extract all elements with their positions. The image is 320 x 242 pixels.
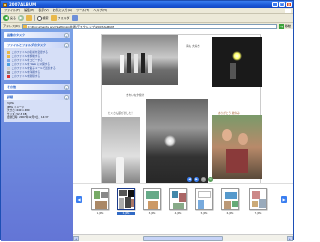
address-bar: アドレス(D) C:\Documents and Settings\共通\デスク… — [1, 22, 293, 29]
up-folder-button[interactable] — [26, 15, 33, 21]
other-places-panel: その他 » — [4, 84, 70, 90]
move-icon — [7, 54, 10, 58]
thumbnail-3[interactable] — [143, 188, 161, 210]
go-arrow-icon: → — [278, 23, 284, 29]
filmstrip-next-button[interactable]: ▶ — [281, 196, 287, 203]
windows-logo — [285, 8, 291, 13]
views-icon — [71, 15, 78, 21]
collapse-icon[interactable]: « — [64, 94, 69, 100]
views-button[interactable] — [71, 15, 78, 21]
other-places-title: その他 — [7, 85, 17, 89]
up-folder-icon — [26, 15, 33, 21]
delete-icon — [7, 74, 10, 78]
thumbnail-label: 5.JPG — [200, 212, 208, 215]
toolbar-separator — [34, 15, 35, 21]
thumbnail-2-selected[interactable] — [117, 188, 135, 210]
thumbnail-label: 4.JPG — [174, 212, 182, 215]
rename-icon — [7, 50, 10, 54]
folders-label: フォルダ — [57, 16, 70, 20]
expand-icon[interactable]: » — [64, 84, 69, 90]
filmstrip: ◀ 1.JPG 2.JPG 3.JPG 4.JPG 5.JPG 6.JPG 7.… — [73, 183, 293, 218]
file-tasks-title: ファイルとフォルダのタスク — [7, 43, 47, 47]
thumbnail-4[interactable] — [169, 188, 187, 210]
thumbnail-label: 6.JPG — [226, 212, 234, 215]
rotate-button[interactable]: ↻ — [208, 177, 213, 182]
copy-icon — [7, 58, 10, 62]
image-nav: ◀ ▶ ▭ ↻ — [187, 177, 213, 182]
scroll-right-button[interactable]: ▸ — [287, 236, 293, 241]
printer-icon — [7, 70, 10, 74]
caption-played: たくさん遊びました！ — [108, 112, 134, 115]
toolbar: ◀ 戻る ▶ 検索 フォルダ — [1, 13, 293, 22]
search-icon — [36, 15, 42, 21]
caption-sunset: きれいな夕焼け — [126, 94, 145, 97]
maximize-button[interactable]: □ — [279, 2, 285, 7]
image-tasks-panel: 画像のタスク « — [4, 32, 70, 38]
address-label: アドレス(D) — [3, 24, 20, 28]
thumbnail-5[interactable] — [195, 188, 213, 210]
forward-button[interactable]: ▶ — [18, 15, 25, 21]
image-tasks-header[interactable]: 画像のタスク « — [4, 32, 70, 38]
kids-photo — [212, 115, 262, 179]
file-tasks-header[interactable]: ファイルとフォルダのタスク « — [4, 42, 70, 48]
folders-icon — [50, 15, 57, 21]
thumbnail-label-selected: 2.JPG — [117, 212, 135, 215]
task-label: このファイルを削除する — [11, 75, 41, 78]
next-image-button[interactable]: ▶ — [194, 177, 199, 182]
image-tasks-title: 画像のタスク — [7, 33, 26, 37]
details-title: 詳細 — [7, 95, 14, 99]
thumbnail-6[interactable] — [221, 188, 239, 210]
email-icon — [7, 66, 10, 70]
caption-sea: 海も 大好き — [186, 45, 200, 48]
collapse-icon[interactable]: « — [64, 42, 69, 48]
previous-image-button[interactable]: ◀ — [187, 177, 192, 182]
thumbnail-label: 7.JPG — [254, 212, 262, 215]
other-places-header[interactable]: その他 » — [4, 84, 70, 90]
task-delete[interactable]: このファイルを削除する — [7, 74, 67, 78]
thumbnail-1[interactable] — [91, 188, 109, 210]
address-value: C:\Documents and Settings\共通\デスクトップ\2007… — [27, 24, 114, 29]
scroll-left-button[interactable]: ◂ — [73, 236, 79, 241]
address-field[interactable]: C:\Documents and Settings\共通\デスクトップ\2007… — [21, 23, 277, 29]
globe-icon — [7, 62, 10, 66]
go-button[interactable]: → 移動 — [278, 23, 291, 29]
collapse-icon[interactable]: « — [64, 32, 69, 38]
details-panel: 詳細 « 3.JPG JPEG イメージ 大きさ: 640 x 480 サイズ:… — [4, 94, 70, 122]
minimize-button[interactable]: _ — [272, 2, 278, 7]
fireworks-photo — [212, 37, 262, 87]
window-title: 2007ALBUM — [9, 2, 37, 7]
back-button[interactable]: ◀ 戻る — [3, 15, 16, 21]
image-preview-area: 海も 大好き きれいな夕焼け たくさん遊びました！ ありがとう 夏休み ◀ ▶ — [73, 29, 293, 241]
thumbnail-7[interactable] — [249, 188, 267, 210]
slideshow-button[interactable]: ▭ — [201, 177, 206, 182]
folders-button[interactable]: フォルダ — [50, 15, 70, 21]
detail-modified: 更新日時: 2007年12月3日、14:37 — [7, 116, 49, 120]
back-arrow-icon: ◀ — [3, 15, 9, 21]
forward-arrow-icon: ▶ — [18, 15, 25, 21]
folder-icon — [23, 25, 27, 28]
close-button[interactable]: × — [286, 2, 292, 7]
task-pane: 画像のタスク « ファイルとフォルダのタスク « このファイルの名前を変更する … — [1, 29, 73, 241]
explorer-window: 2007ALBUM _ □ × ファイル(F) 編集(E) 表示(V) お気に入… — [0, 0, 294, 241]
file-tasks-panel: ファイルとフォルダのタスク « このファイルの名前を変更する このファイルを移動… — [4, 42, 70, 80]
group-photo — [102, 35, 178, 85]
go-label: 移動 — [284, 24, 291, 28]
title-bar[interactable]: 2007ALBUM _ □ × — [1, 1, 293, 8]
scroll-thumb[interactable] — [143, 236, 223, 241]
search-button[interactable]: 検索 — [36, 15, 49, 21]
search-label: 検索 — [42, 16, 49, 20]
details-header[interactable]: 詳細 « — [4, 94, 70, 100]
folder-icon — [3, 2, 7, 7]
thumbnail-label: 1.JPG — [96, 212, 104, 215]
back-label: 戻る — [10, 16, 17, 20]
thumbnail-label: 3.JPG — [148, 212, 156, 215]
filmstrip-prev-button[interactable]: ◀ — [76, 196, 82, 203]
